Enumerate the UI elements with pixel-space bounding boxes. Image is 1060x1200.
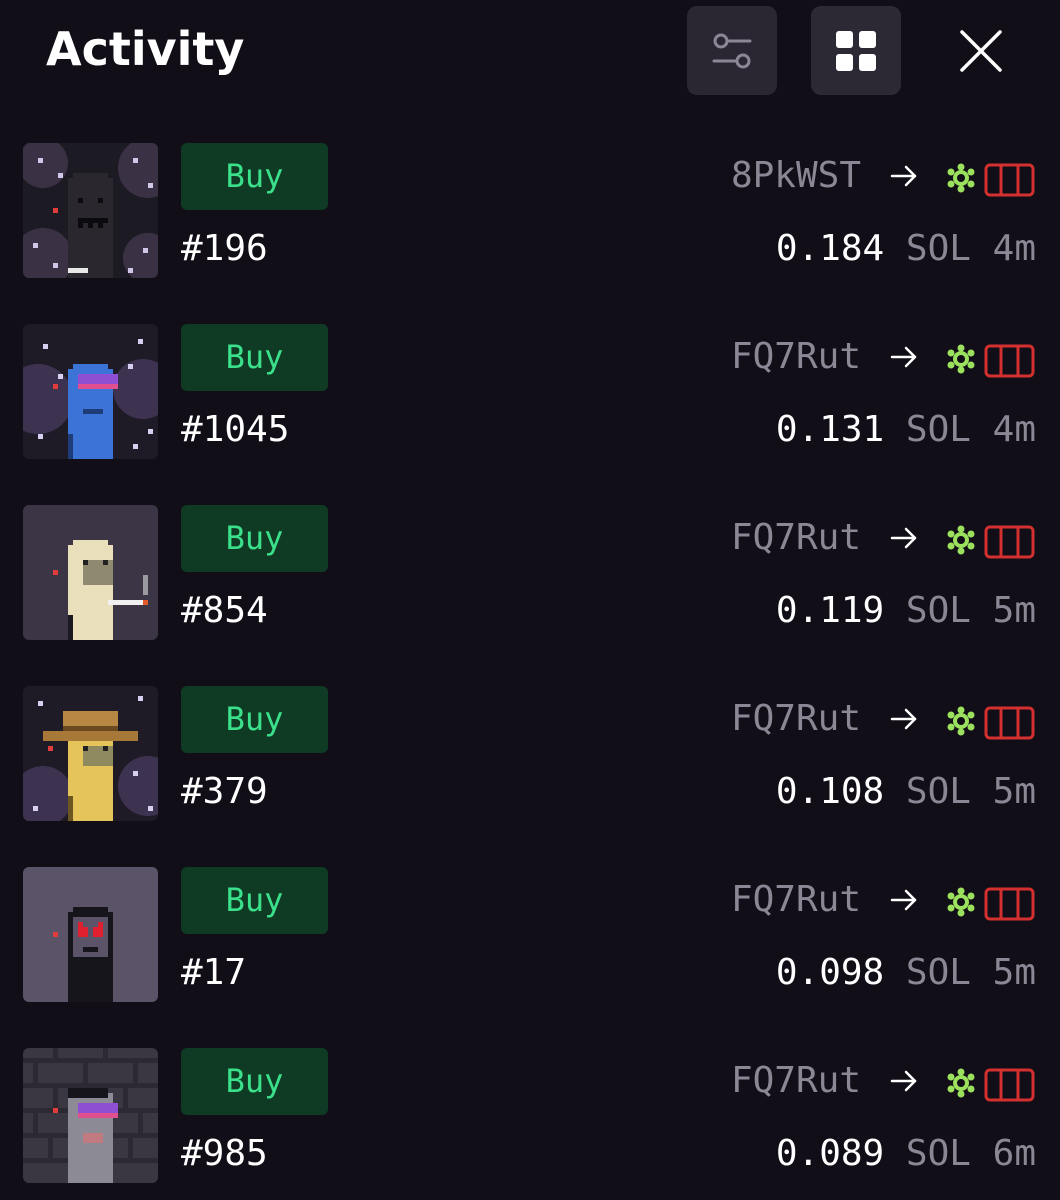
wallet-icon[interactable] <box>984 523 1035 559</box>
price-value: 0.119 <box>775 590 885 631</box>
time-ago: 5m <box>992 771 1036 812</box>
marketplace-icon[interactable] <box>946 706 976 736</box>
activity-row[interactable]: Buy #854 FQ7Rut 0.119 SOL 5m <box>0 505 1060 641</box>
buy-badge: Buy <box>181 505 328 572</box>
arrow-right-icon <box>890 527 917 549</box>
activity-row[interactable]: Buy #17 FQ7Rut 0.098 SOL 5m <box>0 867 1060 1003</box>
price-unit: SOL <box>905 409 971 450</box>
close-icon <box>960 29 1002 72</box>
token-id[interactable]: #379 <box>181 770 268 814</box>
marketplace-icon[interactable] <box>946 525 976 555</box>
nft-thumbnail[interactable] <box>23 1048 158 1183</box>
token-id[interactable]: #985 <box>181 1132 268 1176</box>
arrow-right-icon <box>890 889 917 911</box>
token-id[interactable]: #1045 <box>181 408 289 452</box>
token-id[interactable]: #17 <box>181 951 246 995</box>
time-ago: 4m <box>992 409 1036 450</box>
wallet-icon[interactable] <box>984 1066 1035 1102</box>
arrow-right-icon <box>890 346 917 368</box>
price-line: 0.098 SOL 5m <box>776 951 1036 995</box>
nft-image <box>23 867 158 1002</box>
close-button[interactable] <box>936 6 1026 95</box>
price-unit: SOL <box>905 590 971 631</box>
price-line: 0.119 SOL 5m <box>776 589 1036 633</box>
buy-badge: Buy <box>181 324 328 391</box>
buy-badge: Buy <box>181 143 328 210</box>
price-value: 0.131 <box>775 409 885 450</box>
wallet-icon[interactable] <box>984 885 1035 921</box>
activity-row[interactable]: Buy #1045 FQ7Rut 0.131 SOL 4m <box>0 324 1060 460</box>
token-id[interactable]: #196 <box>181 227 268 271</box>
from-address[interactable]: FQ7Rut <box>731 336 861 378</box>
marketplace-icon[interactable] <box>946 163 976 193</box>
price-unit: SOL <box>905 228 971 269</box>
arrow-right-icon <box>890 708 917 730</box>
nft-image <box>23 324 158 459</box>
nft-thumbnail[interactable] <box>23 143 158 278</box>
header: Activity <box>0 0 1060 100</box>
wallet-icon[interactable] <box>984 161 1035 197</box>
buy-badge: Buy <box>181 1048 328 1115</box>
activity-row[interactable]: Buy #985 FQ7Rut 0.089 SOL 6m <box>0 1048 1060 1184</box>
nft-thumbnail[interactable] <box>23 686 158 821</box>
buy-badge: Buy <box>181 686 328 753</box>
nft-thumbnail[interactable] <box>23 867 158 1002</box>
activity-row[interactable]: Buy #379 FQ7Rut 0.108 SOL 5m <box>0 686 1060 822</box>
price-unit: SOL <box>905 952 971 993</box>
time-ago: 5m <box>992 952 1036 993</box>
buy-badge: Buy <box>181 867 328 934</box>
page-title: Activity <box>46 22 245 76</box>
grid-icon <box>836 30 876 71</box>
arrow-right-icon <box>890 1070 917 1092</box>
marketplace-icon[interactable] <box>946 1068 976 1098</box>
from-address[interactable]: FQ7Rut <box>731 879 861 921</box>
price-line: 0.089 SOL 6m <box>776 1132 1036 1176</box>
time-ago: 5m <box>992 590 1036 631</box>
price-unit: SOL <box>905 1133 971 1174</box>
marketplace-icon[interactable] <box>946 344 976 374</box>
from-address[interactable]: 8PkWST <box>731 155 861 197</box>
nft-thumbnail[interactable] <box>23 505 158 640</box>
sliders-icon <box>712 33 752 68</box>
price-line: 0.131 SOL 4m <box>776 408 1036 452</box>
nft-image <box>23 505 158 640</box>
nft-image <box>23 686 158 821</box>
wallet-icon[interactable] <box>984 342 1035 378</box>
price-value: 0.098 <box>775 952 885 993</box>
from-address[interactable]: FQ7Rut <box>731 517 861 559</box>
nft-image <box>23 1048 158 1183</box>
token-id[interactable]: #854 <box>181 589 268 633</box>
price-value: 0.089 <box>775 1133 885 1174</box>
nft-thumbnail[interactable] <box>23 324 158 459</box>
grid-view-button[interactable] <box>811 6 901 95</box>
arrow-right-icon <box>890 165 917 187</box>
time-ago: 4m <box>992 228 1036 269</box>
price-line: 0.108 SOL 5m <box>776 770 1036 814</box>
time-ago: 6m <box>992 1133 1036 1174</box>
marketplace-icon[interactable] <box>946 887 976 917</box>
from-address[interactable]: FQ7Rut <box>731 698 861 740</box>
wallet-icon[interactable] <box>984 704 1035 740</box>
nft-image <box>23 143 158 278</box>
price-unit: SOL <box>905 771 971 812</box>
activity-row[interactable]: Buy #196 8PkWST 0.184 SOL 4m <box>0 143 1060 279</box>
price-value: 0.184 <box>775 228 885 269</box>
filter-button[interactable] <box>687 6 777 95</box>
from-address[interactable]: FQ7Rut <box>731 1060 861 1102</box>
price-value: 0.108 <box>775 771 885 812</box>
price-line: 0.184 SOL 4m <box>776 227 1036 271</box>
